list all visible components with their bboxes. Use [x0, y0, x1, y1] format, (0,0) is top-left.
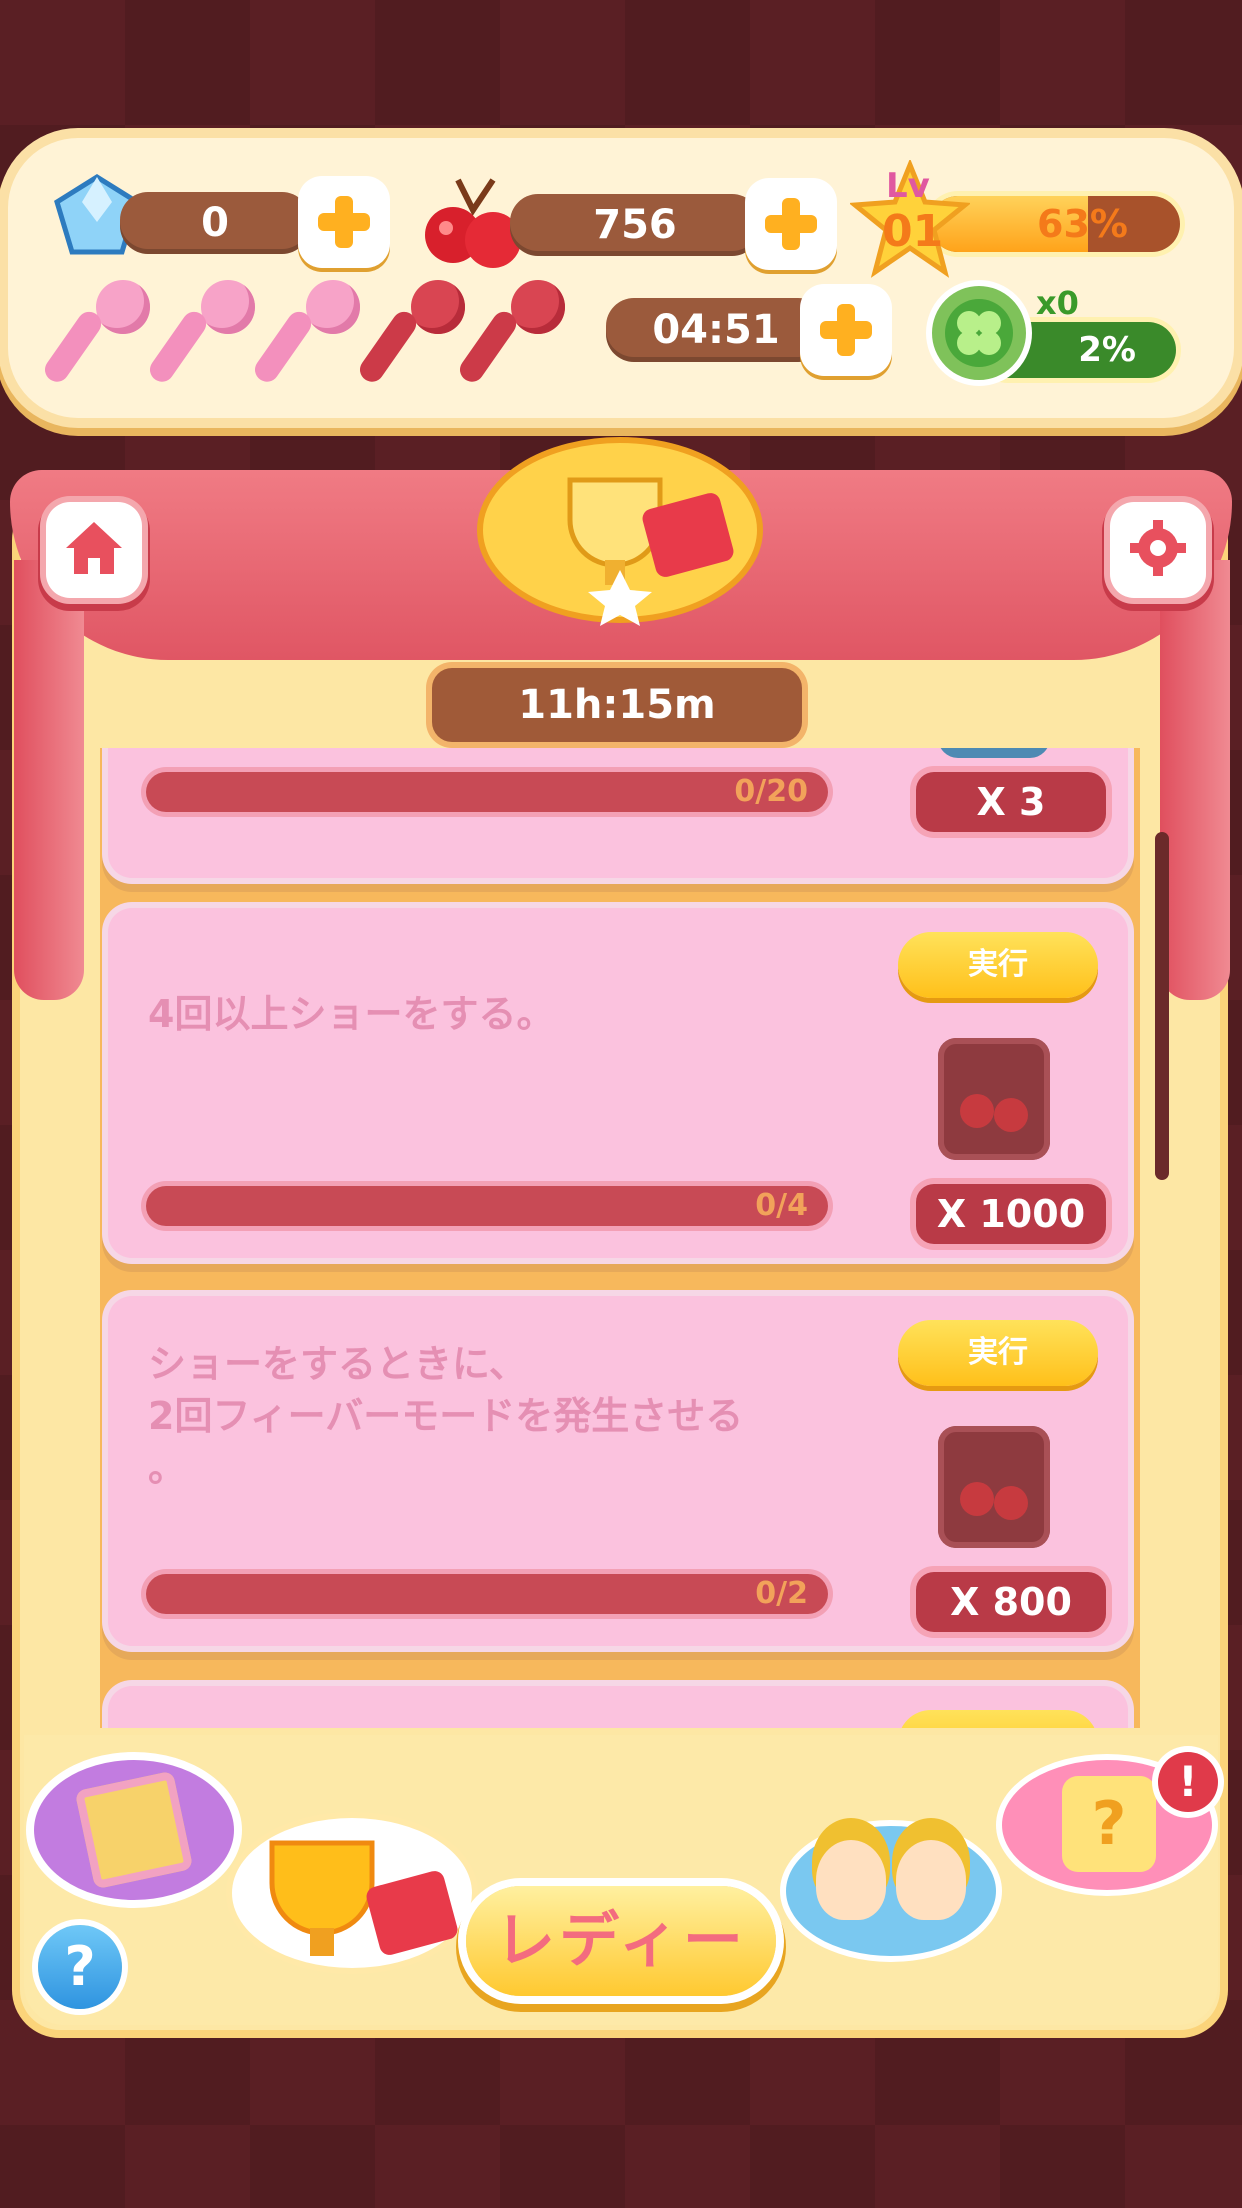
reward-amount: X 1000: [916, 1184, 1106, 1244]
mission-card: 4回以上ショーをする。 実行 0/4 X 1000: [108, 908, 1128, 1258]
reward-item-icon: [938, 748, 1050, 758]
mission-scrollbar[interactable]: [1155, 832, 1169, 1180]
execute-button-label: 実行: [968, 1335, 1028, 1370]
reward-amount: X 3: [916, 772, 1106, 832]
cherry-box-icon: [938, 1426, 1050, 1548]
event-timer-text: 11h:15m: [518, 682, 716, 728]
album-button[interactable]: [34, 1760, 234, 1900]
album-icon: [74, 1770, 194, 1890]
clover-count: x0: [1036, 284, 1079, 322]
cherry-box-icon: [938, 1038, 1050, 1160]
event-timer: 11h:15m: [432, 668, 802, 742]
reward-amount-text: X 1000: [936, 1192, 1086, 1236]
alert-icon: !: [1178, 1757, 1198, 1806]
execute-button[interactable]: 実行: [898, 932, 1098, 998]
mission-progress-text: 0/20: [734, 774, 808, 809]
gem-count: 0: [201, 200, 229, 246]
execute-button[interactable]: [898, 1710, 1098, 1728]
help-button[interactable]: ?: [38, 1925, 122, 2009]
mic-timer: 04:51: [606, 298, 826, 362]
mic-icon-empty: [455, 280, 565, 390]
execute-button-label: 実行: [968, 947, 1028, 982]
home-button[interactable]: [46, 502, 142, 598]
notification-badge: !: [1158, 1752, 1218, 1812]
mission-description: ショーをするときに、 2回フィーバーモードを発生させる 。: [148, 1342, 744, 1490]
level-label: Lv: [886, 166, 930, 206]
reward-amount-text: X 3: [976, 780, 1046, 824]
mission-card: [108, 1686, 1128, 1728]
friends-button[interactable]: [786, 1826, 996, 1956]
question-icon: ?: [64, 1935, 96, 1998]
reward-amount-text: X 800: [950, 1580, 1072, 1624]
mic-icon-full: [250, 280, 360, 390]
ready-button-label: レディー: [495, 1906, 747, 1976]
add-gems-button[interactable]: [298, 176, 390, 268]
trophy-gift-emblem: [470, 420, 770, 630]
curtain-right: [1160, 560, 1230, 1000]
mission-progress-bar: 0/4: [146, 1186, 828, 1226]
mission-progress-text: 0/2: [755, 1576, 808, 1611]
mission-list[interactable]: 0/20 X 3 4回以上ショーをする。 実行 0/4 X 1000 ショーをす…: [100, 748, 1140, 1728]
characters-icon: [816, 1840, 886, 1920]
trophy-icon: [232, 1840, 472, 1972]
clover-progress-text: 2%: [1078, 330, 1136, 370]
mission-progress-bar: 0/20: [146, 772, 828, 812]
mission-progress-bar: 0/2: [146, 1574, 828, 1614]
characters-icon-2: [896, 1840, 966, 1920]
gear-icon: [1128, 518, 1188, 582]
mic-icon-full: [145, 280, 255, 390]
mission-progress-text: 0/4: [755, 1188, 808, 1223]
mission-card: ショーをするときに、 2回フィーバーモードを発生させる 。 実行 0/2 X 8…: [108, 1296, 1128, 1646]
level-progress-text: 63%: [1037, 202, 1128, 246]
cherry-count: 756: [593, 202, 677, 248]
mic-icon-empty: [355, 280, 465, 390]
reward-amount: X 800: [916, 1572, 1106, 1632]
mic-icon-full: [40, 280, 150, 390]
mic-timer-text: 04:51: [652, 307, 780, 353]
ready-button[interactable]: レディー: [466, 1886, 776, 1996]
gem-counter: 0: [120, 192, 310, 254]
clover-chip-icon: [924, 278, 1034, 388]
event-menu-button[interactable]: [232, 1818, 472, 1968]
mission-card: 0/20 X 3: [108, 748, 1128, 878]
add-mics-button[interactable]: [800, 284, 892, 376]
curtain-left: [14, 560, 84, 1000]
cherry-counter: 756: [510, 194, 760, 256]
settings-button[interactable]: [1110, 502, 1206, 598]
add-cherries-button[interactable]: [745, 178, 837, 270]
mission-description: 4回以上ショーをする。: [148, 992, 555, 1036]
level-number: 01: [882, 206, 944, 257]
home-icon: [64, 520, 124, 580]
execute-button[interactable]: 実行: [898, 1320, 1098, 1386]
mystery-box-icon: ?: [1062, 1776, 1156, 1872]
